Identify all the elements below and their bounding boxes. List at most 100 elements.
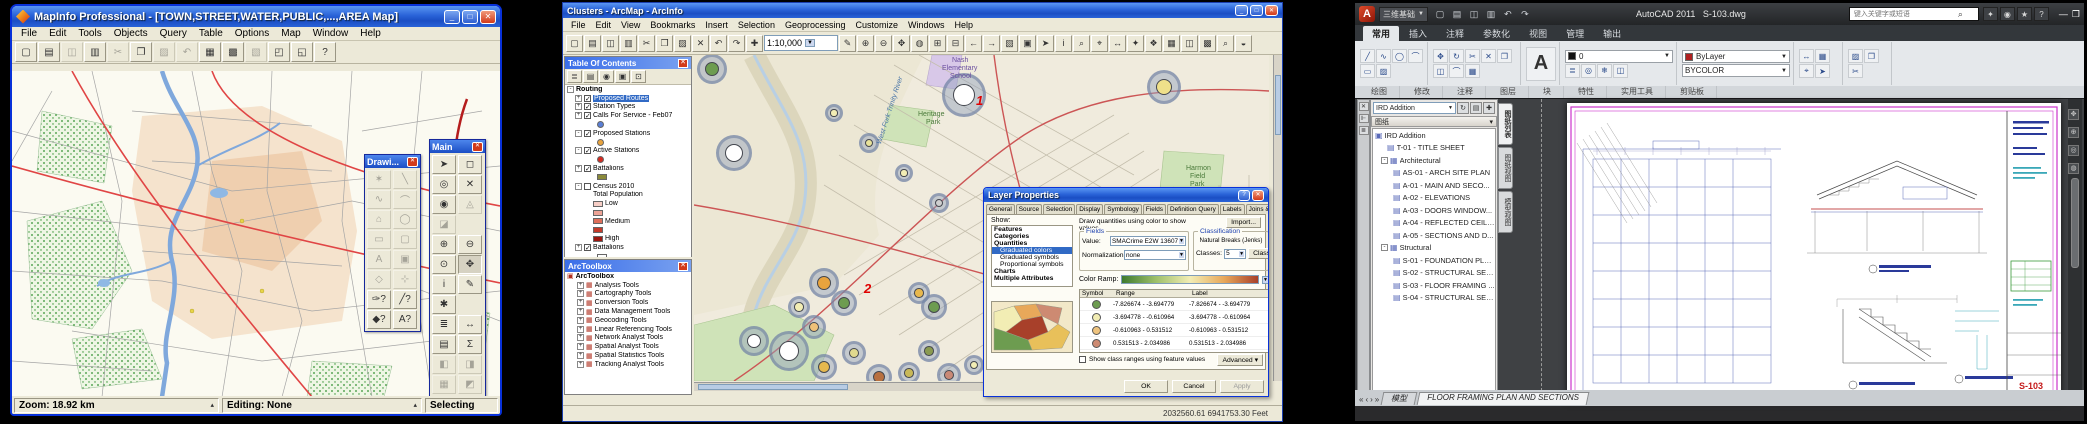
forward-extent-icon[interactable]: → xyxy=(983,35,1000,52)
main-toolbar-titlebar[interactable]: Main ✕ xyxy=(430,140,485,153)
graduated-symbol[interactable] xyxy=(918,340,940,362)
undo-icon[interactable]: ↶ xyxy=(710,35,727,52)
toolbox-row[interactable]: ▣ ArcToolbox xyxy=(565,272,691,281)
redo-icon[interactable]: ↷ xyxy=(728,35,745,52)
sheet-row[interactable]: ▤ S-02 - STRUCTURAL SEC... xyxy=(1373,267,1495,280)
menu-item[interactable]: Edit xyxy=(44,27,71,40)
close-button[interactable]: ✕ xyxy=(1265,5,1278,16)
redo-icon[interactable]: ↷ xyxy=(1517,7,1533,22)
expand-icon[interactable]: + xyxy=(575,112,582,119)
layer-row[interactable]: + Battalions xyxy=(565,164,691,173)
class-row[interactable]: -7.826674 - -3.694779 -7.826674 - -3.694… xyxy=(1080,298,1268,311)
arctoolbox-titlebar[interactable]: ArcToolbox ✕ xyxy=(565,260,691,272)
menu-item[interactable]: Insert xyxy=(701,20,732,30)
dialog-tab[interactable]: Joins & Relates xyxy=(1246,204,1269,214)
polyline-icon[interactable]: ∿ xyxy=(1376,49,1391,63)
layer-row[interactable]: - Census 2010 xyxy=(565,182,691,191)
close-palette-icon[interactable]: ✕ xyxy=(1359,102,1369,111)
text-tool-icon[interactable]: A xyxy=(1526,47,1556,81)
assign-district-icon[interactable]: ◨ xyxy=(458,355,482,374)
measure-icon[interactable]: ↔ xyxy=(1109,35,1126,52)
open-table-icon[interactable]: ▤ xyxy=(38,42,60,62)
graduated-symbol[interactable] xyxy=(697,55,727,84)
menu-item[interactable]: Query xyxy=(155,27,192,40)
expand-icon[interactable]: + xyxy=(575,103,582,110)
sheet-row[interactable]: - ▦ Architectural xyxy=(1373,154,1495,167)
zoom-out-icon[interactable]: ⊖ xyxy=(458,235,482,254)
array-icon[interactable]: ▦ xyxy=(1465,64,1480,78)
sign-in-icon[interactable]: ◉ xyxy=(2000,7,2015,21)
fixed-zoom-out-icon[interactable]: ⊟ xyxy=(947,35,964,52)
legend-icon[interactable]: ▤ xyxy=(432,335,456,354)
list-by-drawing-order-icon[interactable]: ≣ xyxy=(567,70,582,83)
palette-tab[interactable]: 图纸视图 xyxy=(1498,147,1513,189)
sheet-row[interactable]: ▣ IRD Addition xyxy=(1373,129,1495,142)
graduated-symbol[interactable] xyxy=(842,341,866,365)
menu-item[interactable]: Window xyxy=(308,27,354,40)
exchange-icon[interactable]: ✦ xyxy=(1983,7,1998,21)
circle-icon[interactable]: ◯ xyxy=(1392,49,1407,63)
plot-icon[interactable]: ▥ xyxy=(1483,7,1499,22)
set-target-district-icon[interactable]: ◧ xyxy=(432,355,456,374)
dialog-tab[interactable]: Symbology xyxy=(1104,204,1142,214)
identify-icon[interactable]: i xyxy=(1055,35,1072,52)
layer-row[interactable] xyxy=(565,252,691,257)
steering-wheel-icon[interactable]: ◍ xyxy=(2068,163,2079,174)
clip-inside-icon[interactable]: ◩ xyxy=(458,375,482,394)
erase-icon[interactable]: ✕ xyxy=(1481,49,1496,63)
toolbox-row[interactable]: + ▦ Analysis Tools xyxy=(565,281,691,290)
layout-sheet[interactable]: S-103 xyxy=(1567,103,2061,402)
graduated-symbol[interactable] xyxy=(898,362,920,381)
mapinfo-map-canvas[interactable]: Drawi... ✕ ✶╲∿⌒⌂◯▭▢A▣◇⊹✑?╱?◆?A? Main ✕ ➤… xyxy=(12,71,500,397)
dialog-tab[interactable]: Selection xyxy=(1043,204,1075,214)
id-point-icon[interactable]: ⌖ xyxy=(1799,64,1814,78)
dialog-tab[interactable]: General xyxy=(986,204,1015,214)
copy-clip-icon[interactable]: ❐ xyxy=(1864,49,1879,63)
ok-button[interactable]: OK xyxy=(1124,380,1168,393)
save-table-icon[interactable]: ◫ xyxy=(61,42,83,62)
feature-values-checkbox[interactable] xyxy=(1079,356,1086,363)
menu-item[interactable]: Edit xyxy=(592,20,616,30)
cut-icon[interactable]: ✂ xyxy=(107,42,129,62)
expand-icon[interactable]: + xyxy=(577,343,584,350)
model-builder-icon[interactable]: ◫ xyxy=(1181,35,1198,52)
toolbox-row[interactable]: + ▦ Data Management Tools xyxy=(565,307,691,316)
close-icon[interactable]: ✕ xyxy=(407,157,418,167)
toolbox-row[interactable]: + ▦ Cartography Tools xyxy=(565,290,691,299)
help-icon[interactable]: ? xyxy=(1238,190,1250,201)
layer-row[interactable] xyxy=(565,226,691,235)
graduated-symbol[interactable] xyxy=(929,193,949,213)
sheets-header[interactable]: 图纸 ▾ xyxy=(1371,116,1497,127)
last-layout-icon[interactable]: » xyxy=(1374,395,1380,404)
sheet-row[interactable]: ▤ AS-01 - ARCH SITE PLAN xyxy=(1373,167,1495,180)
graduated-symbol[interactable] xyxy=(825,104,843,122)
graduated-symbol[interactable] xyxy=(716,135,752,171)
zoom-out-icon[interactable]: ⊖ xyxy=(875,35,892,52)
region-style-icon[interactable]: ◆? xyxy=(367,310,391,329)
graduated-symbol[interactable] xyxy=(964,355,984,375)
classes-combo[interactable]: 5 ▼ xyxy=(1224,249,1246,259)
select-icon[interactable]: ➤ xyxy=(432,155,456,174)
paste-icon[interactable]: ▨ xyxy=(1848,49,1863,63)
print-icon[interactable]: ▥ xyxy=(620,35,637,52)
quick-calc-icon[interactable]: ▦ xyxy=(1815,49,1830,63)
graduated-symbol[interactable] xyxy=(739,326,769,356)
autocad-logo-icon[interactable]: A xyxy=(1359,6,1375,22)
layer-row[interactable]: + Battalions xyxy=(565,243,691,252)
ribbon-tab[interactable]: 视图 xyxy=(1520,26,1556,41)
panel-label[interactable]: 绘图 xyxy=(1359,86,1400,98)
zoom-in-icon[interactable]: ⊕ xyxy=(432,235,456,254)
menu-item[interactable]: Selection xyxy=(734,20,779,30)
text-tool-icon[interactable]: A xyxy=(367,250,391,269)
print-icon[interactable]: ▥ xyxy=(84,42,106,62)
expand-icon[interactable]: + xyxy=(575,165,582,172)
menu-item[interactable]: Table xyxy=(194,27,228,40)
class-row[interactable]: -3.694778 - -0.610964 -3.694778 - -0.610… xyxy=(1080,311,1268,324)
delete-icon[interactable]: ✕ xyxy=(692,35,709,52)
sheet-row[interactable]: - ▦ Structural xyxy=(1373,242,1495,255)
expand-icon[interactable]: + xyxy=(575,244,582,251)
add-node-tool-icon[interactable]: ⊹ xyxy=(393,270,417,289)
classify-button[interactable]: Classify... xyxy=(1248,248,1269,259)
reshape-tool-icon[interactable]: ◇ xyxy=(367,270,391,289)
layer-row[interactable]: + Calls For Service - Feb07 xyxy=(565,111,691,120)
